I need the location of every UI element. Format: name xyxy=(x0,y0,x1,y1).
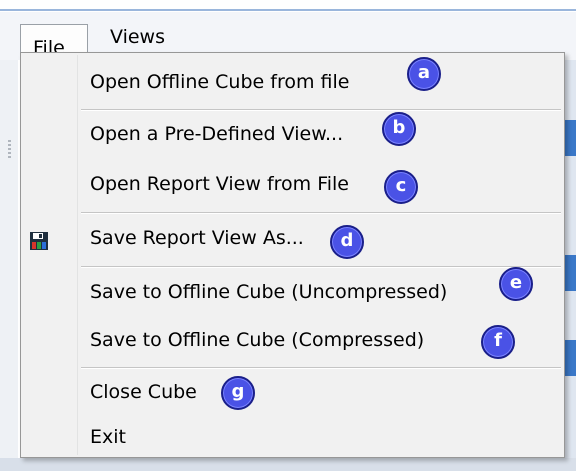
menu-item-save-offline-cube-compressed[interactable]: Save to Offline Cube (Compressed) xyxy=(90,329,424,351)
menu-item-close-cube[interactable]: Close Cube xyxy=(90,381,197,403)
callout-badge-d: d xyxy=(330,225,364,259)
callout-badge-g: g xyxy=(221,376,255,410)
callout-badge-c: c xyxy=(384,170,418,204)
menu-separator xyxy=(81,109,561,111)
callout-badge-a: a xyxy=(407,57,441,91)
toolbar-grip[interactable] xyxy=(8,140,11,160)
menu-icon-gutter xyxy=(21,53,77,457)
menu-item-save-offline-cube-uncompressed[interactable]: Save to Offline Cube (Uncompressed) xyxy=(90,281,447,303)
callout-badge-f: f xyxy=(481,325,515,359)
menu-separator xyxy=(81,367,561,369)
callout-badge-b: b xyxy=(382,112,416,146)
menu-item-open-predefined-view[interactable]: Open a Pre-Defined View... xyxy=(90,123,343,145)
file-dropdown-menu: Open Offline Cube from file Open a Pre-D… xyxy=(20,52,565,458)
menu-separator xyxy=(81,212,561,214)
menu-views[interactable]: Views xyxy=(110,26,165,48)
background-bottom xyxy=(0,458,576,471)
callout-badge-e: e xyxy=(499,267,533,301)
gutter-divider xyxy=(77,55,78,455)
window-top-strip xyxy=(0,0,576,12)
menu-item-open-offline-cube[interactable]: Open Offline Cube from file xyxy=(90,71,349,93)
menu-item-exit[interactable]: Exit xyxy=(90,426,126,448)
menu-item-open-report-view[interactable]: Open Report View from File xyxy=(90,173,349,195)
toolbar-edge xyxy=(0,60,18,471)
menu-item-save-report-view-as[interactable]: Save Report View As... xyxy=(90,227,304,249)
save-icon xyxy=(30,232,48,250)
menu-separator xyxy=(81,266,561,268)
